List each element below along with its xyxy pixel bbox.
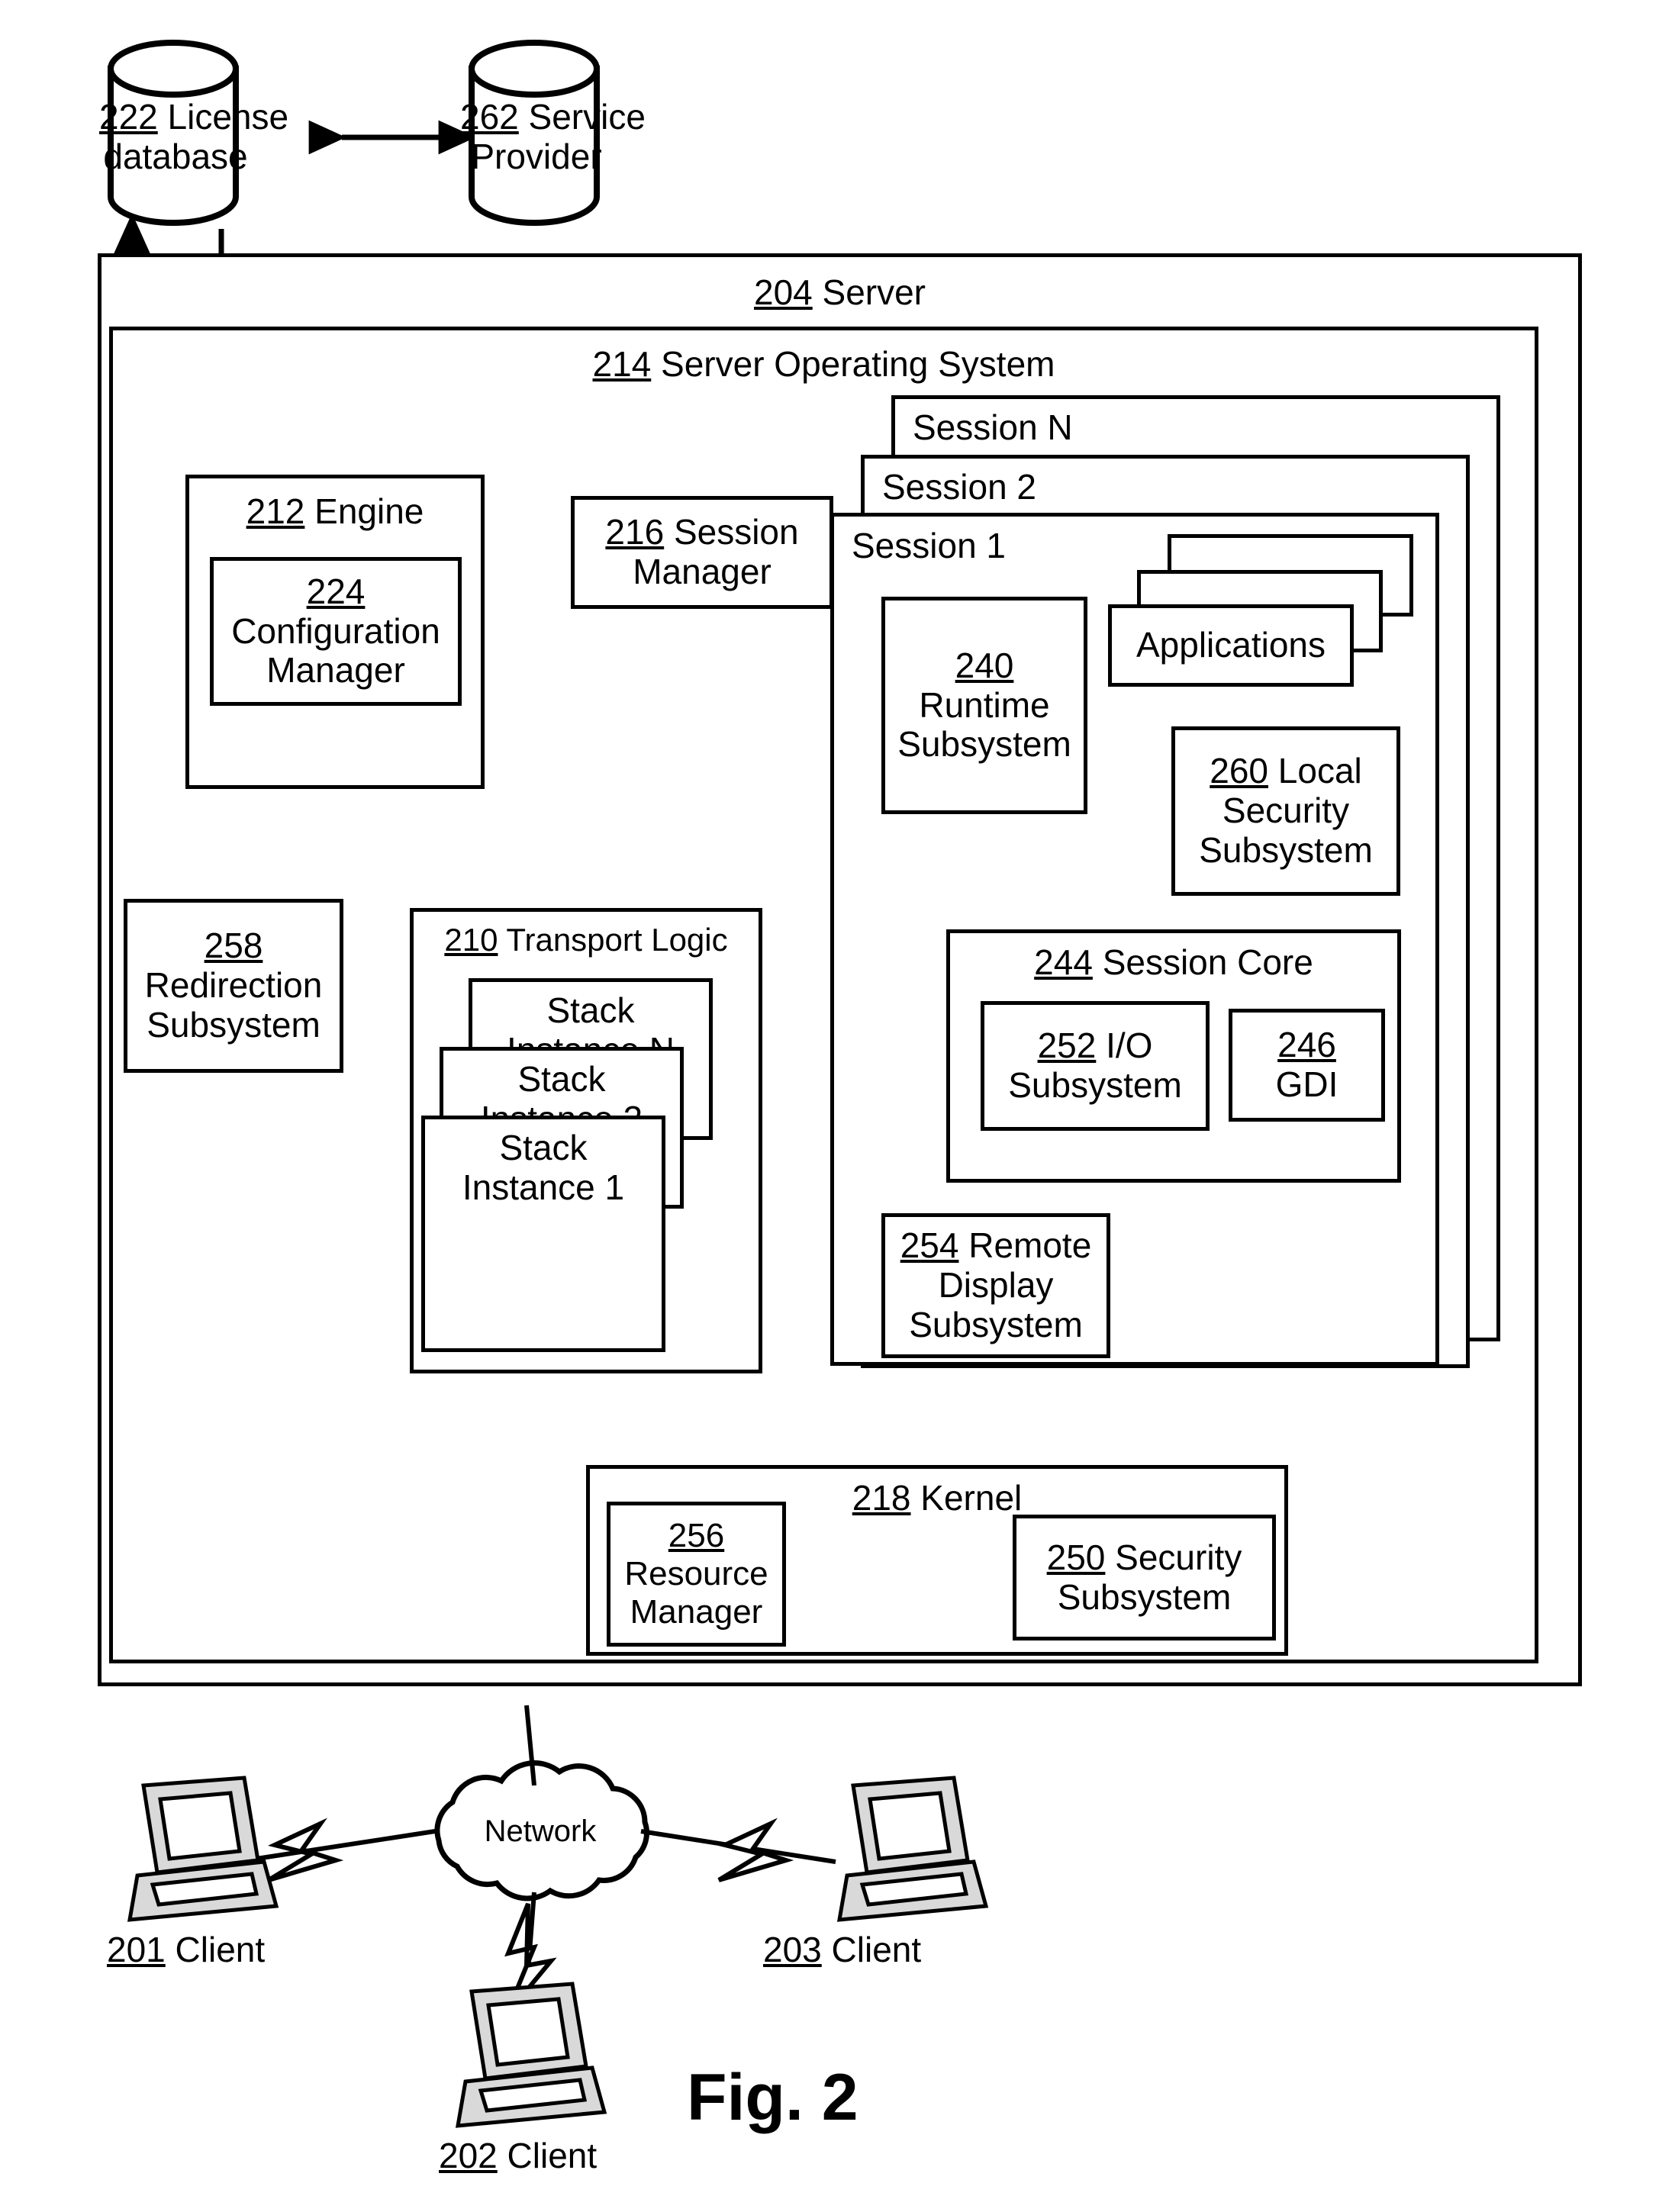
security-subsystem-line2: Subsystem	[1057, 1576, 1232, 1617]
client-203-text: Client	[831, 1930, 922, 1969]
license-database-name2: database	[103, 136, 248, 176]
stack-instance-n-line1: Stack	[546, 990, 635, 1030]
gdi-label: 246 GDI	[1232, 1013, 1381, 1118]
redirection-subsystem-label: 258 Redirection Subsystem	[127, 903, 340, 1069]
runtime-subsystem-label: 240 Runtime Subsystem	[885, 600, 1084, 810]
io-subsystem-line2: Subsystem	[1008, 1065, 1182, 1105]
service-provider-ref: 262	[460, 97, 519, 137]
session-n-label: Session N	[913, 407, 1073, 447]
session-manager-line2: Manager	[633, 552, 772, 591]
client-202-label: 202 Client	[439, 2136, 698, 2176]
remote-display-subsystem-line1: Remote	[968, 1225, 1092, 1266]
io-subsystem-line1: I/O	[1106, 1026, 1153, 1066]
security-subsystem-ref: 250	[1046, 1537, 1106, 1577]
engine-ref: 212	[246, 491, 305, 531]
gdi-ref: 246	[1277, 1025, 1336, 1065]
session-manager-container: 216 Session Manager	[571, 496, 833, 609]
resource-manager-container: 256 Resource Manager	[607, 1502, 786, 1647]
remote-display-subsystem-line2: Display	[938, 1265, 1054, 1306]
client-201-ref: 201	[107, 1930, 166, 1969]
runtime-subsystem-line1: Runtime	[919, 684, 1050, 725]
local-security-subsystem-line2: Security	[1222, 790, 1350, 831]
figure-label: Fig. 2	[687, 2061, 858, 2134]
applications-label: Applications	[1136, 625, 1326, 665]
security-subsystem-label: 250 Security Subsystem	[1016, 1518, 1272, 1637]
service-provider-name2: Provider	[471, 136, 602, 176]
remote-display-subsystem-container: 254 Remote Display Subsystem	[881, 1213, 1110, 1358]
runtime-subsystem-line2: Subsystem	[897, 724, 1071, 765]
runtime-subsystem-container: 240 Runtime Subsystem	[881, 597, 1087, 814]
stack-instance-1-line2: Instance 1	[462, 1167, 625, 1207]
session-core-title: 244 Session Core	[946, 942, 1401, 983]
configuration-manager-label: 224 Configuration Manager	[214, 561, 458, 702]
local-security-subsystem-line1: Local	[1277, 751, 1362, 791]
transport-logic-title-text: Transport Logic	[506, 922, 728, 958]
applications-container: Applications	[1108, 604, 1354, 687]
stack-instance-2-line1: Stack	[517, 1059, 606, 1099]
local-security-subsystem-line3: Subsystem	[1199, 829, 1373, 870]
server-os-ref: 214	[592, 344, 652, 384]
engine-title: 212 Engine	[185, 491, 485, 532]
kernel-ref: 218	[852, 1478, 911, 1518]
local-security-subsystem-container: 260 Local Security Subsystem	[1171, 726, 1400, 896]
resource-manager-ref: 256	[668, 1517, 725, 1555]
remote-display-subsystem-line3: Subsystem	[909, 1304, 1083, 1344]
client-203-label: 203 Client	[763, 1930, 1023, 1970]
session-core-ref: 244	[1034, 942, 1093, 982]
session-manager-line1: Session	[673, 512, 799, 552]
remote-display-subsystem-label: 254 Remote Display Subsystem	[885, 1217, 1107, 1354]
server-title: 204 Server	[98, 272, 1582, 313]
resource-manager-line1: Resource	[624, 1555, 768, 1593]
patent-figure-2: 222 License database 262 Service Provide…	[0, 0, 1659, 2212]
gdi-container: 246 GDI	[1229, 1009, 1385, 1122]
license-database-label: 222 License database	[99, 97, 288, 177]
runtime-subsystem-ref: 240	[955, 645, 1014, 685]
gdi-line1: GDI	[1275, 1064, 1338, 1104]
client-202-text: Client	[507, 2136, 598, 2175]
redirection-subsystem-line2: Subsystem	[147, 1004, 321, 1045]
local-security-subsystem-label: 260 Local Security Subsystem	[1175, 730, 1396, 892]
transport-logic-ref: 210	[444, 922, 498, 958]
io-subsystem-container: 252 I/O Subsystem	[981, 1001, 1210, 1131]
configuration-manager-line1: Configuration	[231, 610, 440, 651]
license-database-ref: 222	[99, 97, 158, 137]
service-provider-label: 262 Service Provider	[460, 97, 646, 177]
engine-title-text: Engine	[314, 491, 424, 531]
configuration-manager-ref: 224	[306, 571, 366, 611]
resource-manager-line2: Manager	[630, 1592, 763, 1631]
session-2-label: Session 2	[882, 467, 1037, 507]
client-202-ref: 202	[439, 2136, 498, 2175]
client-201-text: Client	[175, 1930, 266, 1969]
security-subsystem-container: 250 Security Subsystem	[1013, 1515, 1276, 1640]
session-core-title-text: Session Core	[1102, 942, 1313, 982]
io-subsystem-label: 252 I/O Subsystem	[984, 1005, 1206, 1127]
server-os-title-text: Server Operating System	[661, 344, 1055, 384]
network-label: Network	[484, 1814, 597, 1848]
io-subsystem-ref: 252	[1037, 1026, 1097, 1066]
resource-manager-label: 256 Resource Manager	[610, 1505, 782, 1643]
stack-instance-1-line1: Stack	[499, 1128, 588, 1167]
session-1-label: Session 1	[852, 526, 1007, 565]
configuration-manager-container: 224 Configuration Manager	[210, 557, 462, 706]
service-provider-name: Service	[528, 97, 646, 137]
kernel-title-text: Kernel	[920, 1478, 1023, 1518]
client-203-ref: 203	[763, 1930, 822, 1969]
remote-display-subsystem-ref: 254	[900, 1225, 959, 1266]
local-security-subsystem-ref: 260	[1210, 751, 1268, 791]
server-ref: 204	[753, 272, 813, 312]
security-subsystem-line1: Security	[1115, 1537, 1242, 1577]
redirection-subsystem-container: 258 Redirection Subsystem	[124, 899, 343, 1073]
stack-instance-1-container: Stack Instance 1	[421, 1116, 665, 1352]
server-operating-system-title: 214 Server Operating System	[109, 344, 1538, 385]
server-title-text: Server	[822, 272, 926, 312]
session-manager-label: 216 Session Manager	[575, 500, 830, 605]
redirection-subsystem-ref: 258	[204, 926, 263, 966]
redirection-subsystem-line1: Redirection	[144, 965, 323, 1006]
transport-logic-title: 210 Transport Logic	[410, 922, 762, 958]
client-201-label: 201 Client	[107, 1930, 366, 1970]
configuration-manager-line2: Manager	[266, 650, 405, 691]
session-manager-ref: 216	[605, 512, 665, 552]
license-database-name: License	[167, 97, 289, 137]
stack-instance-1-label: Stack Instance 1	[425, 1119, 662, 1208]
